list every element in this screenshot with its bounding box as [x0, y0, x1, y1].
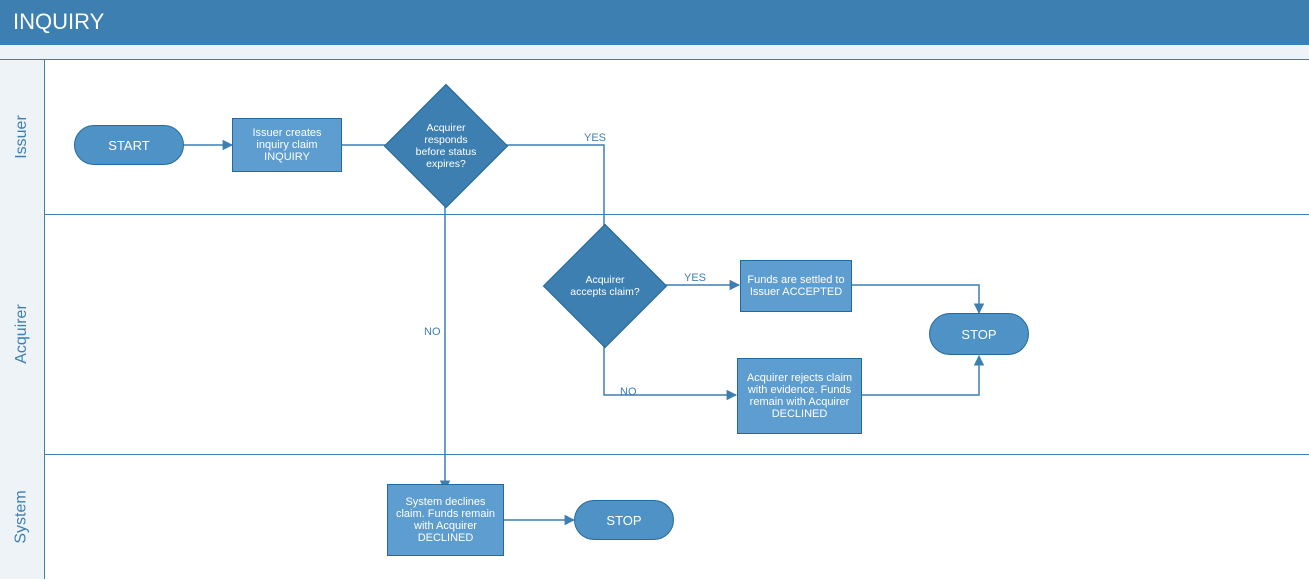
lane-label-text: Issuer	[13, 115, 31, 159]
acquirer-responds-decision: Acquirer responds before status expires?	[384, 84, 508, 208]
funds-settled-box: Funds are settled to Issuer ACCEPTED	[740, 260, 852, 312]
title-text: INQUIRY	[13, 9, 104, 34]
stop-system-terminator: STOP	[574, 500, 674, 540]
node-text: Funds are settled to Issuer ACCEPTED	[745, 274, 847, 298]
node-text: Acquirer accepts claim?	[562, 243, 648, 329]
page-title: INQUIRY	[0, 0, 1309, 44]
diagram-canvas: START Issuer creates inquiry claim INQUI…	[44, 60, 1309, 580]
acquirer-rejects-box: Acquirer rejects claim with evidence. Fu…	[737, 358, 862, 434]
node-text: Issuer creates inquiry claim INQUIRY	[237, 127, 337, 163]
issuer-creates-box: Issuer creates inquiry claim INQUIRY	[232, 118, 342, 172]
lane-label-text: System	[13, 490, 31, 543]
lane-label-issuer: Issuer	[0, 60, 45, 214]
edge-label-yes1: YES	[584, 132, 606, 144]
separator	[0, 44, 1309, 60]
edge-label-yes2: YES	[684, 272, 706, 284]
node-text: STOP	[606, 513, 641, 528]
node-text: START	[108, 138, 149, 153]
edge-label-no2: NO	[620, 386, 637, 398]
system-declines-box: System declines claim. Funds remain with…	[387, 484, 504, 556]
node-text: Acquirer responds before status expires?	[403, 103, 489, 189]
acquirer-accepts-decision: Acquirer accepts claim?	[543, 224, 667, 348]
stop-acquirer-terminator: STOP	[929, 313, 1029, 355]
node-text: Acquirer rejects claim with evidence. Fu…	[742, 372, 857, 420]
lane-label-acquirer: Acquirer	[0, 214, 45, 454]
swimlanes: Issuer Acquirer System	[0, 60, 1309, 580]
edge-label-no1: NO	[424, 326, 441, 338]
start-terminator: START	[74, 125, 184, 165]
node-text: STOP	[961, 327, 996, 342]
lane-label-system: System	[0, 454, 45, 579]
node-text: System declines claim. Funds remain with…	[392, 496, 499, 544]
lane-label-text: Acquirer	[13, 304, 31, 364]
